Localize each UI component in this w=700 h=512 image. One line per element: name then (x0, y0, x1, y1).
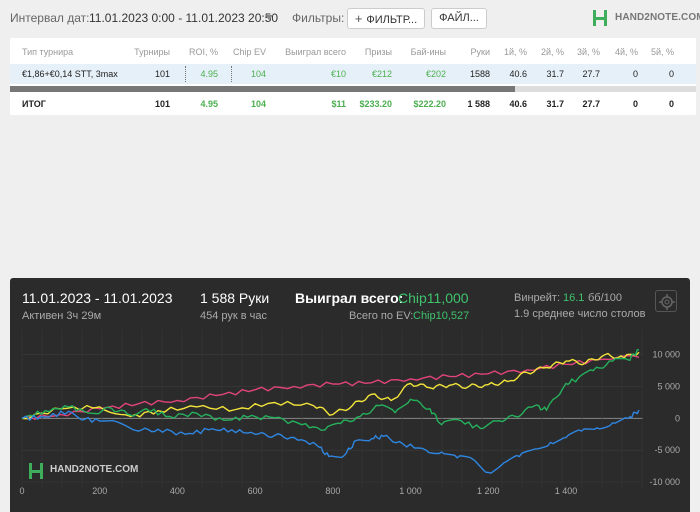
hand2note-logo: HAND2NOTE.COM (592, 9, 700, 27)
watermark-text: HAND2NOTE.COM (50, 464, 139, 475)
active-time: Активен 3ч 29м (22, 310, 102, 322)
file-button[interactable]: ФАЙЛ... (431, 8, 487, 29)
won-total-label: Выиграл всего: (295, 290, 404, 306)
x-tick-label: 1 400 (555, 486, 578, 496)
y-tick-label: -5 000 (654, 445, 680, 455)
y-tick-label: 0 (675, 413, 680, 423)
total-cell: 0 (668, 99, 674, 109)
filter-bar: Интервал дат: 11.01.2023 0:00 - 11.01.20… (0, 0, 700, 36)
column-header[interactable]: 1й, % (497, 47, 527, 57)
settings-button[interactable] (655, 290, 677, 312)
total-cell: $222.20 (413, 99, 446, 109)
table-cell: 101 (154, 69, 170, 79)
winnings-graph-panel: 11.01.2023 - 11.01.2023 Активен 3ч 29м 1… (10, 278, 690, 512)
horizontal-scrollbar[interactable] (10, 86, 696, 92)
column-header[interactable]: Турниры (120, 47, 170, 57)
table-cell: 0 (632, 69, 638, 79)
winrate-value: 16.1 (563, 292, 585, 304)
column-header[interactable]: 2й, % (532, 47, 564, 57)
total-cell: $11 (331, 99, 346, 109)
gear-icon (659, 294, 675, 310)
won-total-value: Chip11,000 (398, 290, 469, 306)
table-cell: €212 (371, 69, 392, 79)
table-cell: €1,86+€0,14 STT, 3max (22, 69, 118, 79)
ev-total-value: Chip10,527 (413, 310, 470, 322)
column-header[interactable]: Тип турнира (22, 47, 73, 57)
add-filter-label: ФИЛЬТР... (366, 14, 418, 26)
filters-label: Фильтры: (292, 11, 345, 25)
total-cell: 4.95 (200, 99, 218, 109)
x-tick-label: 1 200 (477, 486, 500, 496)
chart-series (21, 348, 640, 474)
column-header[interactable]: Призы (350, 47, 392, 57)
avg-tables: 1.9 среднее число столов (514, 308, 646, 320)
date-interval-label: Интервал дат: (10, 11, 90, 25)
y-tick-label: -10 000 (649, 477, 680, 487)
total-cell: 1 588 (467, 99, 490, 109)
column-header[interactable]: Chip EV (222, 47, 266, 57)
table-cell: 27.7 (582, 69, 600, 79)
x-tick-label: 0 (19, 486, 24, 496)
y-tick-label: 5 000 (657, 382, 680, 392)
table-cell: 40.6 (509, 69, 527, 79)
total-cell: 101 (154, 99, 170, 109)
plus-icon: + (354, 11, 363, 26)
x-tick-label: 400 (170, 486, 185, 496)
ev-total-label: Всего по EV: (349, 310, 414, 322)
hand2note-logo-icon (29, 463, 43, 479)
total-cell: 104 (250, 99, 266, 109)
tournament-stats-table: Тип турнира Турниры ROI, % Chip EV Выигр… (10, 38, 696, 115)
date-range: 11.01.2023 - 11.01.2023 (22, 290, 173, 306)
column-header[interactable]: Выиграл всего (272, 47, 346, 57)
total-cell: 31.7 (546, 99, 564, 109)
cell-focus-outline (185, 66, 232, 82)
column-header[interactable]: 3й, % (568, 47, 600, 57)
total-cell: ИТОГ (22, 99, 46, 109)
hand2note-logo-icon (593, 10, 607, 26)
table-row[interactable]: €1,86+€0,14 STT, 3max 101 4.95 104 €10 €… (10, 64, 696, 84)
x-tick-label: 800 (325, 486, 340, 496)
hand2note-watermark: HAND2NOTE.COM (28, 462, 148, 480)
y-tick-label: 10 000 (652, 350, 680, 360)
winnings-line-chart[interactable]: 10 000 5 000 0 -5 000 -10 000 0 200 400 600 800 1… (10, 322, 690, 512)
hands-per-hour: 454 рук в час (200, 310, 268, 322)
table-cell: 1588 (469, 69, 490, 79)
column-header[interactable]: Бай-ины (396, 47, 446, 57)
logo-text: HAND2NOTE.COM (615, 12, 700, 23)
total-cell: 27.7 (582, 99, 600, 109)
table-cell: €10 (330, 69, 346, 79)
y-axis-ticks: 10 000 5 000 0 -5 000 -10 000 (649, 350, 680, 487)
column-header[interactable]: ROI, % (180, 47, 218, 57)
x-tick-label: 200 (92, 486, 107, 496)
total-cell: $233.20 (359, 99, 392, 109)
total-cell: 0 (632, 99, 638, 109)
winrate-unit: бб/100 (588, 292, 623, 304)
scrollbar-thumb[interactable] (10, 86, 515, 92)
column-header[interactable]: Руки (450, 47, 490, 57)
x-tick-label: 1 000 (399, 486, 422, 496)
add-filter-button[interactable]: + ФИЛЬТР... (347, 8, 425, 29)
column-header[interactable]: 4й, % (606, 47, 638, 57)
table-cell: 31.7 (546, 69, 564, 79)
chevron-down-icon[interactable] (265, 15, 273, 20)
table-cell: €202 (425, 69, 446, 79)
column-header[interactable]: 5й, % (642, 47, 674, 57)
hands-count: 1 588 Руки (200, 290, 270, 306)
winrate-label: Винрейт: (514, 292, 561, 304)
x-tick-label: 600 (248, 486, 263, 496)
total-cell: 40.6 (509, 99, 527, 109)
date-interval-dropdown[interactable]: 11.01.2023 0:00 - 11.01.2023 20:50 (89, 11, 278, 25)
x-axis-ticks: 0 200 400 600 800 1 000 1 200 1 400 (19, 486, 577, 496)
table-cell: 0 (668, 69, 674, 79)
